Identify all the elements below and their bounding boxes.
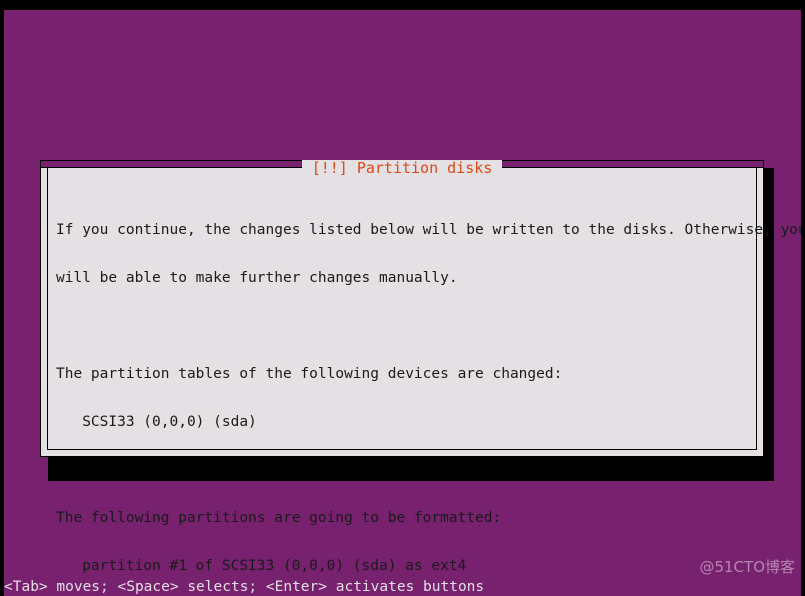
body-line-partition: partition #1 of SCSI33 (0,0,0) (sda) as … — [56, 558, 467, 574]
partition-disks-dialog: [!!] Partition disks If you continue, th… — [40, 160, 801, 574]
dialog-body: If you continue, the changes listed belo… — [56, 190, 801, 574]
keyboard-hint-bar: <Tab> moves; <Space> selects; <Enter> ac… — [4, 579, 485, 595]
dialog-title-purple-strip — [40, 160, 764, 167]
screen: [!!] Partition disks If you continue, th… — [0, 0, 805, 596]
body-line: If you continue, the changes listed belo… — [56, 222, 801, 238]
body-line-device: SCSI33 (0,0,0) (sda) — [56, 414, 257, 430]
dialog-title-divider-line — [40, 167, 764, 168]
body-line: will be able to make further changes man… — [56, 270, 458, 286]
body-line: The following partitions are going to be… — [56, 510, 502, 526]
body-line: The partition tables of the following de… — [56, 366, 563, 382]
installer-desktop-background: [!!] Partition disks If you continue, th… — [4, 10, 801, 596]
